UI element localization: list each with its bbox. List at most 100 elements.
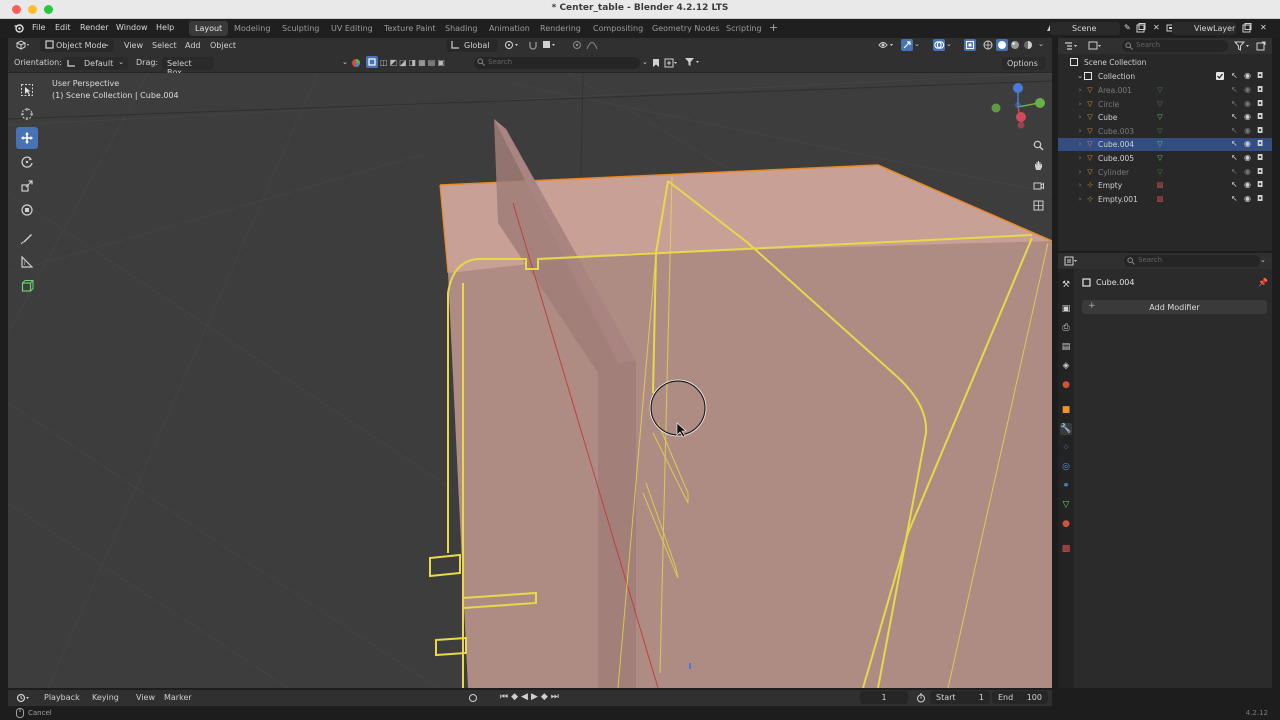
collection-expand-icon[interactable]: ⌄ bbox=[1076, 72, 1084, 80]
tab-uv-editing[interactable]: UV Editing bbox=[325, 21, 379, 36]
expand-arrow-icon[interactable]: › bbox=[1076, 100, 1084, 108]
select-tool-icon[interactable] bbox=[16, 79, 38, 101]
rotate-tool-icon[interactable] bbox=[16, 151, 38, 173]
expand-arrow-icon[interactable]: › bbox=[1076, 195, 1084, 203]
properties-options-chevron-icon[interactable]: ⌄ bbox=[1260, 256, 1266, 264]
camera-render-icon[interactable]: ◘ bbox=[1257, 139, 1263, 148]
add-workspace-button[interactable]: + bbox=[769, 21, 778, 34]
funnel-filter-icon[interactable] bbox=[684, 57, 700, 69]
select-arrow-icon[interactable]: ↖ bbox=[1231, 153, 1238, 162]
outliner-row-object[interactable]: › ▽ Cube ▽ ↖ ◉ ◘ bbox=[1058, 111, 1272, 124]
add-modifier-button[interactable]: + Add Modifier bbox=[1082, 300, 1267, 314]
tab-sculpting[interactable]: Sculpting bbox=[276, 21, 325, 36]
eye-icon[interactable]: ◉ bbox=[1244, 167, 1251, 176]
expand-arrow-icon[interactable]: › bbox=[1076, 168, 1084, 176]
outliner-row-object[interactable]: › ⊹ Empty.001 ▨ ↖ ◉ ◘ bbox=[1058, 193, 1272, 206]
tab-shading[interactable]: Shading bbox=[439, 21, 484, 36]
select-arrow-icon[interactable]: ↖ bbox=[1231, 85, 1238, 94]
camera-render-icon[interactable]: ◘ bbox=[1257, 153, 1263, 162]
mesh-data-icon[interactable]: ▽ bbox=[1156, 113, 1164, 121]
outliner-row-collection[interactable]: ⌄ Collection ↖ ◉ ◘ bbox=[1058, 70, 1272, 83]
menu-playback[interactable]: Playback bbox=[44, 693, 80, 702]
menu-edit[interactable]: Edit bbox=[55, 23, 71, 32]
gizmo-dropdown-chevron-icon[interactable]: ⌄ bbox=[914, 40, 920, 48]
properties-editor-type-icon[interactable] bbox=[1064, 256, 1078, 268]
tab-material-icon[interactable]: ● bbox=[1060, 518, 1072, 530]
eye-icon[interactable]: ◉ bbox=[1244, 153, 1251, 162]
filter-chevron-icon[interactable]: ⌄ bbox=[342, 58, 348, 66]
end-frame-field[interactable]: End 100 bbox=[992, 691, 1048, 704]
select-arrow-icon[interactable]: ↖ bbox=[1231, 180, 1238, 189]
outliner-row-object[interactable]: › ▽ Area.001 ▽ ↖ ◉ ◘ bbox=[1058, 84, 1272, 97]
menu-add[interactable]: Add bbox=[185, 41, 201, 50]
empty-data-icon[interactable]: ▨ bbox=[1156, 195, 1164, 203]
tab-compositing[interactable]: Compositing bbox=[587, 21, 649, 36]
tab-particles-icon[interactable]: ⁘ bbox=[1060, 442, 1072, 454]
falloff-icon[interactable] bbox=[586, 40, 598, 52]
outliner-editor-type-icon[interactable] bbox=[1064, 41, 1078, 53]
display-mode-icon[interactable] bbox=[1088, 41, 1102, 53]
tab-texture-icon[interactable]: ▩ bbox=[1060, 543, 1072, 555]
expand-arrow-icon[interactable]: › bbox=[1076, 181, 1084, 189]
outliner-row-object[interactable]: › ▽ Circle ▽ ↖ ◉ ◘ bbox=[1058, 98, 1272, 111]
expand-arrow-icon[interactable]: › bbox=[1076, 154, 1084, 162]
outliner-row-object[interactable]: › ▽ Cylinder ▽ ↖ ◉ ◘ bbox=[1058, 166, 1272, 179]
new-scene-icon[interactable] bbox=[1136, 23, 1146, 35]
cursor-tool-icon[interactable] bbox=[16, 103, 38, 125]
annotate-tool-icon[interactable] bbox=[16, 227, 38, 249]
select-arrow-icon[interactable]: ↖ bbox=[1231, 139, 1238, 148]
selectability-visibility-icon[interactable] bbox=[878, 40, 896, 52]
tab-world-icon[interactable]: ● bbox=[1060, 379, 1072, 391]
mesh-data-icon[interactable]: ▽ bbox=[1156, 127, 1164, 135]
navigation-gizmo[interactable] bbox=[990, 79, 1050, 139]
material-shading-icon[interactable] bbox=[1010, 40, 1020, 52]
eye-icon[interactable]: ◉ bbox=[1244, 139, 1251, 148]
camera-render-icon[interactable]: ◘ bbox=[1257, 112, 1263, 121]
eye-icon[interactable]: ◉ bbox=[1244, 71, 1251, 80]
zoom-icon[interactable] bbox=[1030, 137, 1046, 153]
blender-logo-icon[interactable] bbox=[14, 23, 24, 35]
playback-controls[interactable]: ⏮◆◀▶◆⏭ bbox=[500, 692, 562, 702]
menu-view[interactable]: View bbox=[124, 41, 143, 50]
outliner-row-scene-collection[interactable]: Scene Collection bbox=[1058, 56, 1272, 69]
camera-render-icon[interactable]: ◘ bbox=[1257, 167, 1263, 176]
menu-file[interactable]: File bbox=[32, 23, 45, 32]
delete-view-layer-icon[interactable]: ✕ bbox=[1260, 23, 1267, 32]
view-layer-selector[interactable]: ViewLayer bbox=[1172, 22, 1236, 35]
select-arrow-icon[interactable]: ↖ bbox=[1231, 194, 1238, 203]
drag-dropdown[interactable]: Select Box bbox=[162, 57, 214, 77]
mesh-data-icon[interactable]: ▽ bbox=[1156, 86, 1164, 94]
scale-tool-icon[interactable] bbox=[16, 175, 38, 197]
search-chevron-icon[interactable]: ⌄ bbox=[642, 58, 648, 66]
mesh-data-icon[interactable]: ▽ bbox=[1156, 154, 1164, 162]
tab-modeling[interactable]: Modeling bbox=[228, 21, 276, 36]
move-tool-icon[interactable] bbox=[16, 127, 38, 149]
tab-tool-icon[interactable]: ⚒ bbox=[1060, 279, 1072, 291]
pan-hand-icon[interactable] bbox=[1030, 157, 1046, 173]
tab-modifiers-wrench-icon[interactable]: 🔧 bbox=[1060, 423, 1072, 435]
snap-icon[interactable] bbox=[528, 40, 538, 52]
camera-render-icon[interactable]: ◘ bbox=[1257, 180, 1263, 189]
eye-icon[interactable]: ◉ bbox=[1244, 112, 1251, 121]
object-types-color-icon[interactable] bbox=[351, 58, 361, 70]
eye-icon[interactable]: ◉ bbox=[1244, 126, 1251, 135]
outliner-row-object[interactable]: › ▽ Cube.005 ▽ ↖ ◉ ◘ bbox=[1058, 152, 1272, 165]
shading-dropdown-chevron-icon[interactable]: ⌄ bbox=[1038, 40, 1044, 48]
empty-data-icon[interactable]: ▨ bbox=[1156, 181, 1164, 189]
select-arrow-icon[interactable]: ↖ bbox=[1231, 112, 1238, 121]
select-arrow-icon[interactable]: ↖ bbox=[1231, 167, 1238, 176]
stopwatch-icon[interactable] bbox=[916, 693, 926, 705]
new-collection-icon[interactable] bbox=[1256, 41, 1266, 53]
menu-help[interactable]: Help bbox=[156, 23, 174, 32]
tab-geometry-nodes[interactable]: Geometry Nodes bbox=[646, 21, 725, 36]
menu-marker[interactable]: Marker bbox=[164, 693, 192, 702]
outliner-search-input[interactable]: Search bbox=[1122, 40, 1228, 52]
eye-icon[interactable]: ◉ bbox=[1244, 180, 1251, 189]
tab-render-icon[interactable]: ▣ bbox=[1060, 303, 1072, 315]
tab-scene-icon[interactable]: ◈ bbox=[1060, 360, 1072, 372]
solid-shading-icon[interactable] bbox=[996, 39, 1008, 51]
select-mode-icons[interactable]: ◫◩◪◨▦▤▣ bbox=[380, 58, 447, 67]
scene-selector[interactable]: Scene bbox=[1050, 22, 1120, 35]
start-frame-field[interactable]: Start 1 bbox=[930, 691, 990, 704]
filter-view-icon[interactable] bbox=[664, 58, 678, 70]
